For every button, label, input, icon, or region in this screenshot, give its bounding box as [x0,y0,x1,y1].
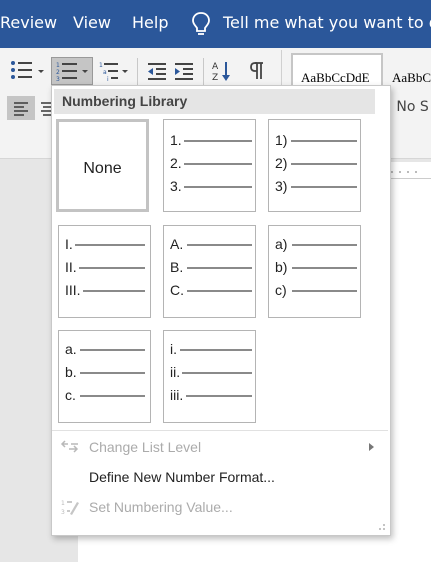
numbering-tile-upper-roman[interactable]: I. II. III. [58,225,151,318]
menu-separator [52,430,388,431]
svg-text:1: 1 [99,62,103,69]
text-line [184,140,252,142]
svg-text:2: 2 [56,69,60,76]
text-line [187,290,252,292]
list-label: I. [65,236,73,252]
list-label: II. [65,259,77,275]
sort-button[interactable]: A Z [211,59,233,83]
list-label: c. [65,387,76,403]
list-label: C. [170,282,184,298]
numbering-button[interactable]: 1 2 3 [51,57,93,85]
svg-text:Z: Z [212,73,218,83]
set-numbering-value-label: Set Numbering Value... [89,499,233,515]
tell-me-search[interactable]: Tell me what you want to do [223,13,431,33]
define-new-number-format-label: Define New Number Format... [89,469,275,485]
multilevel-list-button[interactable]: 1 a i [98,59,132,83]
text-line [184,186,252,188]
tab-help[interactable]: Help [132,13,168,33]
list-label: ii. [170,364,181,380]
list-label: 2. [170,155,182,171]
list-label: b. [65,364,77,380]
numbering-tile-upper-alpha[interactable]: A. B. C. [163,225,256,318]
text-line [187,244,252,246]
show-formatting-marks-button[interactable] [249,61,265,81]
text-line [184,163,252,165]
text-line [80,372,145,374]
numbering-library-header: Numbering Library [54,89,375,114]
text-line [182,372,252,374]
set-numbering-value-icon: 1 3 [61,500,79,516]
decrease-indent-button[interactable] [146,61,168,81]
text-line [79,267,145,269]
text-line [292,267,357,269]
text-line [80,395,145,397]
text-line [75,244,145,246]
numbering-icon: 1 2 3 [56,62,88,83]
list-label: III. [65,282,81,298]
ruler [390,162,431,179]
numbering-tile-lower-alpha-period[interactable]: a. b. c. [58,330,151,423]
list-label: 3. [170,178,182,194]
numbering-tile-lower-roman[interactable]: i. ii. iii. [163,330,256,423]
svg-text:a: a [103,69,107,76]
style-sample-normal: AaBbCcDdE [301,70,370,85]
list-label: B. [170,259,184,275]
bullets-button[interactable] [10,59,46,83]
change-list-level-item[interactable]: Change List Level [52,433,388,461]
change-list-level-label: Change List Level [89,439,202,455]
svg-text:i: i [107,76,109,83]
svg-text:1: 1 [56,62,60,69]
text-line [80,349,145,351]
text-line [180,349,252,351]
list-label: c) [275,282,287,298]
svg-text:3: 3 [61,509,65,516]
align-center-button[interactable] [39,101,51,117]
define-new-number-format-item[interactable]: Define New Number Format... [52,463,388,491]
ribbon-divider [137,58,138,86]
svg-text:3: 3 [56,76,60,83]
list-label: 1) [275,132,288,148]
change-list-level-icon [60,440,79,453]
svg-text:1: 1 [61,500,65,507]
none-label: None [83,160,122,177]
numbering-tile-numbers-paren[interactable]: 1) 2) 3) [268,119,361,212]
list-label: 3) [275,178,288,194]
list-label: iii. [170,387,184,403]
svg-text:A: A [212,62,219,72]
numbering-dropdown: Numbering Library None 1. 2. 3. 1) 2) 3)… [51,85,391,536]
list-label: a. [65,341,77,357]
text-line [83,290,145,292]
resize-grip-icon[interactable] [378,523,386,531]
text-line [292,290,357,292]
text-line [186,395,252,397]
lightbulb-icon[interactable] [190,11,212,37]
tab-view[interactable]: View [73,13,111,33]
list-label: i. [170,341,177,357]
numbering-tile-lower-alpha-paren[interactable]: a) b) c) [268,225,361,318]
list-label: 2) [275,155,288,171]
text-line [291,163,357,165]
menu-bar: Review View Help Tell me what you want t… [0,0,431,48]
text-line [187,267,252,269]
set-numbering-value-item[interactable]: 1 3 Set Numbering Value... [52,493,388,521]
numbering-tile-numbers-period[interactable]: 1. 2. 3. [163,119,256,212]
text-line [292,244,357,246]
list-label: b) [275,259,288,275]
list-label: a) [275,236,288,252]
style-sample-no-spacing[interactable]: AaBbC [392,70,431,86]
list-label: A. [170,236,184,252]
list-label: 1. [170,132,182,148]
align-left-icon [14,102,28,116]
increase-indent-button[interactable] [173,61,195,81]
numbering-tile-none[interactable]: None [56,119,149,212]
submenu-arrow-icon [369,443,374,451]
ruler-ticks [391,171,417,173]
text-line [291,186,357,188]
tab-review[interactable]: Review [0,13,57,33]
ribbon-divider [203,58,204,86]
text-line [291,140,357,142]
align-left-button[interactable] [7,96,35,120]
